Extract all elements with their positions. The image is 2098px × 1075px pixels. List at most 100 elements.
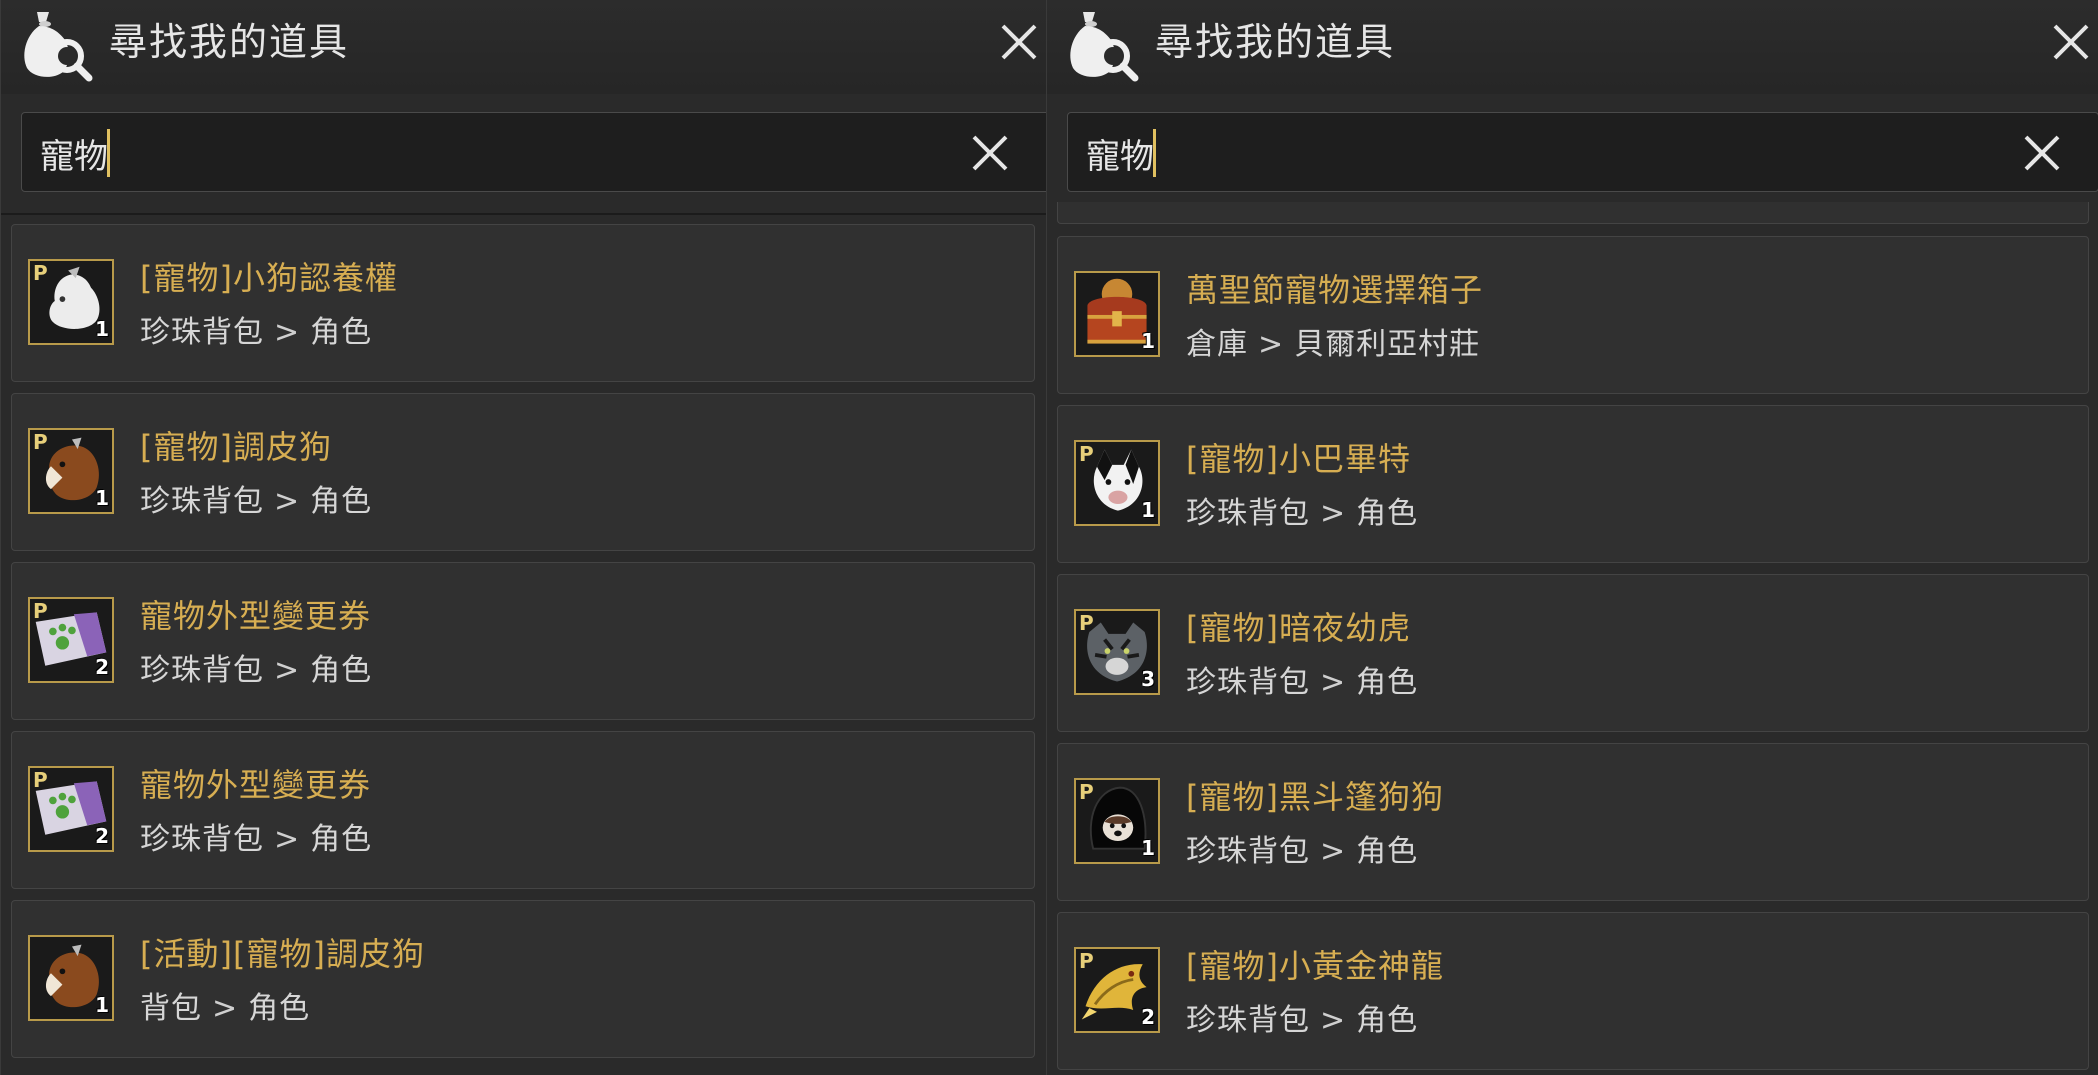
item-quantity: 1 bbox=[1141, 836, 1155, 860]
result-item[interactable]: P 1 [寵物]小巴畢特 珍珠背包 > 角色 bbox=[1057, 405, 2089, 563]
result-item[interactable]: P 3 [寵物]暗夜幼虎 珍珠背包 > 角色 bbox=[1057, 574, 2089, 732]
pearl-badge: P bbox=[1079, 611, 1094, 635]
location-from: 珍珠背包 bbox=[1186, 834, 1310, 869]
pearl-badge: P bbox=[1079, 949, 1094, 973]
item-quantity: 1 bbox=[1141, 498, 1155, 522]
bag-search-icon bbox=[24, 12, 93, 82]
panel-title: 尋找我的道具 bbox=[1155, 20, 1396, 64]
item-quantity: 1 bbox=[95, 317, 109, 341]
item-slot: P 2 bbox=[28, 597, 114, 683]
item-quantity: 1 bbox=[1141, 329, 1155, 353]
location-from: 珍珠背包 bbox=[140, 484, 264, 519]
location-to: 角色 bbox=[310, 484, 373, 519]
item-slot: P 3 bbox=[1074, 609, 1160, 695]
item-name: [寵物]小黃金神龍 bbox=[1186, 947, 1444, 985]
item-quantity: 1 bbox=[95, 993, 109, 1017]
chevron-right-icon: > bbox=[274, 315, 301, 350]
result-item-partial[interactable] bbox=[1057, 202, 2089, 224]
item-name: [活動][寵物]調皮狗 bbox=[140, 935, 425, 973]
clear-search-icon[interactable] bbox=[2020, 131, 2064, 175]
result-item[interactable]: P 1 [寵物]小狗認養權 珍珠背包 > 角色 bbox=[11, 224, 1035, 382]
pearl-badge: P bbox=[33, 261, 48, 285]
item-quantity: 2 bbox=[95, 824, 109, 848]
location-to: 角色 bbox=[1356, 834, 1419, 869]
location-to: 角色 bbox=[1356, 665, 1419, 700]
location-from: 倉庫 bbox=[1186, 327, 1248, 362]
divider bbox=[1, 213, 1047, 215]
pearl-badge: P bbox=[33, 430, 48, 454]
item-search-panel-left: 尋找我的道具 P 1 [寵物]小狗 bbox=[0, 0, 1047, 1075]
item-location: 珍珠背包 > 角色 bbox=[1186, 488, 1418, 532]
item-slot: P 2 bbox=[1074, 947, 1160, 1033]
bag-search-icon bbox=[1070, 12, 1139, 82]
item-name: 寵物外型變更券 bbox=[140, 766, 372, 804]
chevron-right-icon: > bbox=[1320, 834, 1347, 869]
location-from: 珍珠背包 bbox=[140, 653, 264, 688]
location-to: 角色 bbox=[310, 822, 373, 857]
item-quantity: 3 bbox=[1141, 667, 1155, 691]
item-location: 珍珠背包 > 角色 bbox=[140, 476, 372, 520]
item-location: 背包 > 角色 bbox=[140, 983, 310, 1027]
pearl-badge: P bbox=[33, 768, 48, 792]
chevron-right-icon: > bbox=[1320, 1003, 1347, 1038]
location-from: 珍珠背包 bbox=[140, 315, 264, 350]
item-name: [寵物]暗夜幼虎 bbox=[1186, 609, 1411, 647]
search-input[interactable] bbox=[1084, 123, 1948, 183]
item-slot: P 1 bbox=[1074, 778, 1160, 864]
location-from: 珍珠背包 bbox=[1186, 665, 1310, 700]
item-slot: 1 bbox=[1074, 271, 1160, 357]
chevron-right-icon: > bbox=[274, 822, 301, 857]
location-to: 角色 bbox=[1356, 1003, 1419, 1038]
panel-header: 尋找我的道具 bbox=[1047, 0, 2098, 94]
result-item[interactable]: 1 萬聖節寵物選擇箱子 倉庫 > 貝爾利亞村莊 bbox=[1057, 236, 2089, 394]
location-from: 珍珠背包 bbox=[140, 822, 264, 857]
item-location: 倉庫 > 貝爾利亞村莊 bbox=[1186, 319, 1480, 363]
chevron-right-icon: > bbox=[1320, 496, 1347, 531]
result-item[interactable]: P 1 [寵物]調皮狗 珍珠背包 > 角色 bbox=[11, 393, 1035, 551]
pearl-badge: P bbox=[1079, 780, 1094, 804]
location-to: 貝爾利亞村莊 bbox=[1294, 327, 1481, 362]
item-slot: 1 bbox=[28, 935, 114, 1021]
item-name: [寵物]小巴畢特 bbox=[1186, 440, 1411, 478]
item-quantity: 2 bbox=[1141, 1005, 1155, 1029]
search-box bbox=[1067, 112, 2098, 192]
panel-header: 尋找我的道具 bbox=[1, 0, 1047, 94]
result-item[interactable]: P 2 [寵物]小黃金神龍 珍珠背包 > 角色 bbox=[1057, 912, 2089, 1070]
item-name: 寵物外型變更券 bbox=[140, 597, 372, 635]
text-caret bbox=[1153, 129, 1156, 177]
item-slot: P 1 bbox=[1074, 440, 1160, 526]
item-name: [寵物]調皮狗 bbox=[140, 428, 332, 466]
pearl-badge: P bbox=[1079, 442, 1094, 466]
location-from: 背包 bbox=[140, 991, 202, 1026]
item-slot: P 1 bbox=[28, 259, 114, 345]
item-location: 珍珠背包 > 角色 bbox=[1186, 995, 1418, 1039]
chevron-right-icon: > bbox=[274, 653, 301, 688]
location-from: 珍珠背包 bbox=[1186, 1003, 1310, 1038]
chevron-right-icon: > bbox=[1320, 665, 1347, 700]
location-to: 角色 bbox=[248, 991, 311, 1026]
item-location: 珍珠背包 > 角色 bbox=[140, 814, 372, 858]
result-item[interactable]: P 2 寵物外型變更券 珍珠背包 > 角色 bbox=[11, 731, 1035, 889]
close-icon[interactable] bbox=[995, 18, 1043, 66]
location-to: 角色 bbox=[310, 653, 373, 688]
item-quantity: 2 bbox=[95, 655, 109, 679]
close-icon[interactable] bbox=[2047, 18, 2095, 66]
item-location: 珍珠背包 > 角色 bbox=[1186, 826, 1418, 870]
item-name: [寵物]小狗認養權 bbox=[140, 259, 398, 297]
pearl-badge: P bbox=[33, 599, 48, 623]
search-box bbox=[21, 112, 1047, 192]
clear-search-icon[interactable] bbox=[968, 131, 1012, 175]
item-location: 珍珠背包 > 角色 bbox=[140, 645, 372, 689]
text-caret bbox=[107, 129, 110, 177]
search-input[interactable] bbox=[38, 123, 902, 183]
chevron-right-icon: > bbox=[212, 991, 239, 1026]
item-location: 珍珠背包 > 角色 bbox=[140, 307, 372, 351]
result-item[interactable]: P 2 寵物外型變更券 珍珠背包 > 角色 bbox=[11, 562, 1035, 720]
result-item[interactable]: P 1 [寵物]黑斗篷狗狗 珍珠背包 > 角色 bbox=[1057, 743, 2089, 901]
location-to: 角色 bbox=[310, 315, 373, 350]
item-slot: P 2 bbox=[28, 766, 114, 852]
item-slot: P 1 bbox=[28, 428, 114, 514]
location-from: 珍珠背包 bbox=[1186, 496, 1310, 531]
location-to: 角色 bbox=[1356, 496, 1419, 531]
result-item[interactable]: 1 [活動][寵物]調皮狗 背包 > 角色 bbox=[11, 900, 1035, 1058]
